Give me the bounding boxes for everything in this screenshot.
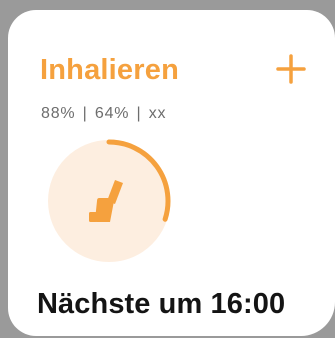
plus-icon [276, 54, 306, 84]
progress-ring [46, 138, 172, 264]
inhale-widget-card[interactable]: Inhalieren 88% | 64% | xx Nächste um 16:… [8, 10, 335, 336]
add-button[interactable] [274, 52, 308, 86]
stats-text: 88% | 64% | xx [41, 105, 167, 122]
widget-title: Inhalieren [40, 54, 179, 86]
next-dose-text: Nächste um 16:00 [37, 288, 286, 320]
